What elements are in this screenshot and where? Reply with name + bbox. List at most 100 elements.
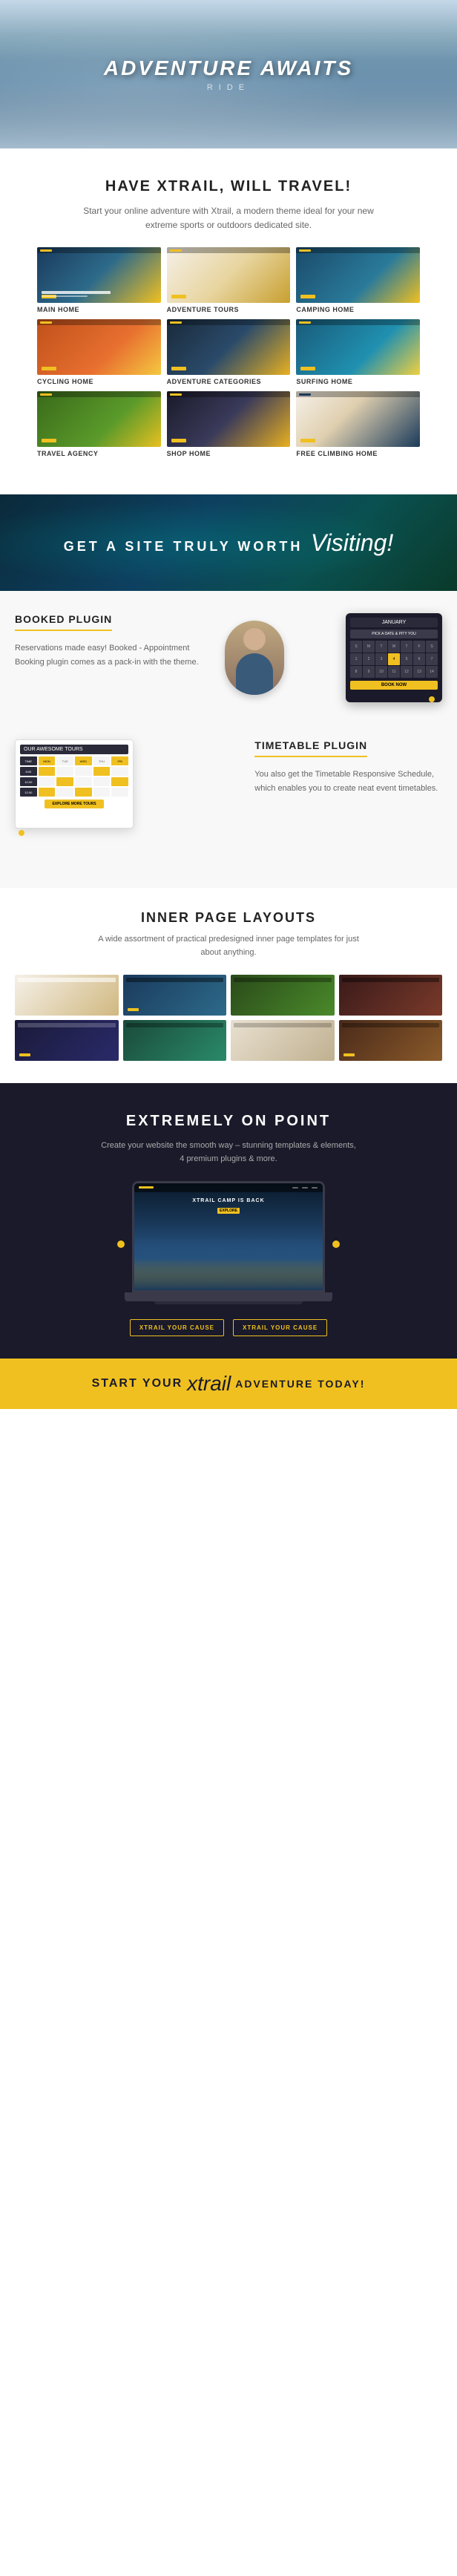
inner-page-thumb-7[interactable] [231, 1020, 335, 1061]
hero-section: ADVENTURE AWAITS RIDE [0, 0, 457, 148]
booked-book-now-btn[interactable]: BOOK NOW [350, 681, 438, 690]
inner-page-thumb-5[interactable] [15, 1020, 119, 1061]
footer-script: xtrail [187, 1372, 231, 1396]
laptop-screen-content: XTRAIL CAMP IS BACK EXPLORE [134, 1183, 323, 1290]
demo-item-adventure-cat[interactable]: ADVENTURE CATEGORIES [167, 319, 291, 385]
booked-calendar-tablet: January PICK A DATE & PITY YOU S M T W T… [346, 613, 442, 702]
booked-plugin-description: Reservations made easy! Booked - Appoint… [15, 641, 203, 669]
thumb-btn-6 [300, 367, 315, 370]
tt-explore-btn[interactable]: EXPLORE MORE TOURS [45, 800, 103, 808]
inner-nav-bar [126, 1023, 224, 1027]
laptop-screen: XTRAIL CAMP IS BACK EXPLORE [132, 1181, 325, 1292]
demo-item-adventure-tours[interactable]: ADVENTURE TOURS [167, 247, 291, 313]
tt-cell: WED [75, 756, 92, 765]
booked-cal-header: January [350, 618, 438, 627]
cal-day: 12 [401, 666, 412, 678]
tt-cell [39, 788, 56, 797]
inner-page-thumb-6[interactable] [123, 1020, 227, 1061]
demo-thumb-free-climbing [296, 391, 420, 447]
hero-subtitle: RIDE [104, 83, 353, 92]
tt-row-3: 10:00 [20, 777, 128, 786]
thumb-nav-dot [40, 249, 52, 252]
demo-item-shop[interactable]: SHOP HOME [167, 391, 291, 457]
cal-day: T [375, 641, 387, 653]
timetable-mockup: OUR AWESOME TOURS TIME MON TUE WED THU F… [15, 739, 240, 843]
nav-logo [139, 1186, 154, 1189]
tt-cell [111, 767, 128, 776]
inner-page-thumb-3[interactable] [231, 975, 335, 1016]
demo-thumb-adventure-cat [167, 319, 291, 375]
demo-grid: MAIN HOME ADVENTURE TOURS CAMPING HOME [22, 247, 435, 457]
tt-cell [39, 767, 56, 776]
inner-nav-bar [18, 1023, 116, 1027]
cal-day: 8 [350, 666, 362, 678]
booked-plugin-heading: BOOKED PLUGIN [15, 613, 112, 631]
timetable-plugin-text: TIMETABLE PLUGIN You also get the Timeta… [254, 739, 442, 795]
tt-cell: TUE [56, 756, 73, 765]
demo-thumb-main-home [37, 247, 161, 303]
thumb-nav-6 [296, 319, 420, 325]
screen-title-text: XTRAIL CAMP IS BACK [134, 1198, 323, 1203]
inner-page-thumb-2[interactable] [123, 975, 227, 1016]
demo-thumb-camping [296, 247, 420, 303]
visiting-main-text: GET A SITE TRULY WORTH [64, 539, 303, 554]
thumb-nav-9 [296, 391, 420, 397]
cal-day: 3 [375, 653, 387, 665]
btn-xtrail-cause-2[interactable]: XTRAIL YOUR CAUSE [233, 1319, 327, 1336]
nav-item [312, 1187, 318, 1189]
footer-banner: START YOUR xtrail ADVENTURE TODAY! [0, 1359, 457, 1409]
thumb-nav-dot-5 [170, 321, 182, 324]
thumb-nav-dot-3 [299, 249, 311, 252]
demo-item-free-climbing[interactable]: FREE CLIMBING HOME [296, 391, 420, 457]
demo-label-surfing: SURFING HOME [296, 378, 352, 385]
right-dot [332, 1240, 340, 1248]
inner-nav-bar [234, 1023, 332, 1027]
demo-label-travel: TRAVEL AGENCY [37, 450, 98, 457]
tt-row-1: TIME MON TUE WED THU FRI [20, 756, 128, 765]
demo-thumb-shop [167, 391, 291, 447]
cal-day: 2 [363, 653, 375, 665]
footer-prefix: START YOUR [92, 1377, 183, 1390]
booked-plugin-text: BOOKED PLUGIN Reservations made easy! Bo… [15, 613, 203, 669]
nav-item [302, 1187, 308, 1189]
booked-mockup: January PICK A DATE & PITY YOU S M T W T… [217, 613, 442, 717]
demo-item-travel[interactable]: TRAVEL AGENCY [37, 391, 161, 457]
inner-pages-section: INNER PAGE LAYOUTS A wide assortment of … [0, 888, 457, 1082]
timetable-tablet: OUR AWESOME TOURS TIME MON TUE WED THU F… [15, 739, 134, 828]
thumb-nav-dot-8 [170, 393, 182, 396]
cal-day: 1 [350, 653, 362, 665]
thumb-nav-dot-6 [299, 321, 311, 324]
tt-cell [75, 788, 92, 797]
cal-day: 5 [401, 653, 412, 665]
cal-day-active: 4 [388, 653, 400, 665]
demo-item-surfing[interactable]: SURFING HOME [296, 319, 420, 385]
laptop-screen-nav [134, 1183, 323, 1192]
demo-item-cycling[interactable]: CYCLING HOME [37, 319, 161, 385]
tt-cell [93, 767, 111, 776]
inner-page-thumb-1[interactable] [15, 975, 119, 1016]
inner-page-thumb-8[interactable] [339, 1020, 443, 1061]
thumb-nav [37, 247, 161, 253]
tt-cell: 10:00 [20, 777, 37, 786]
inner-btn [19, 1053, 30, 1056]
tt-cell [111, 788, 128, 797]
tt-cell [75, 767, 92, 776]
xtrail-intro-section: HAVE XTRAIL, WILL TRAVEL! Start your onl… [0, 148, 457, 480]
person-head [243, 628, 266, 650]
tt-cell: THU [93, 756, 111, 765]
demo-item-camping[interactable]: CAMPING HOME [296, 247, 420, 313]
tt-cell [56, 777, 73, 786]
btn-xtrail-cause-1[interactable]: XTRAIL YOUR CAUSE [130, 1319, 224, 1336]
yellow-dot-right [332, 1240, 340, 1248]
screen-cta-btn: EXPLORE [217, 1208, 240, 1214]
cal-day: S [426, 641, 438, 653]
demo-label-cycling: CYCLING HOME [37, 378, 93, 385]
tt-cell: 8:00 [20, 767, 37, 776]
cal-day: 10 [375, 666, 387, 678]
inner-page-thumb-4[interactable] [339, 975, 443, 1016]
tt-header-label: OUR AWESOME TOURS [24, 747, 83, 752]
demo-label-shop: SHOP HOME [167, 450, 211, 457]
booked-cal-grid: S M T W T F S 1 2 3 4 5 6 7 8 [350, 641, 438, 678]
demo-item-main-home[interactable]: MAIN HOME [37, 247, 161, 313]
thumb-btn-7 [42, 439, 56, 442]
